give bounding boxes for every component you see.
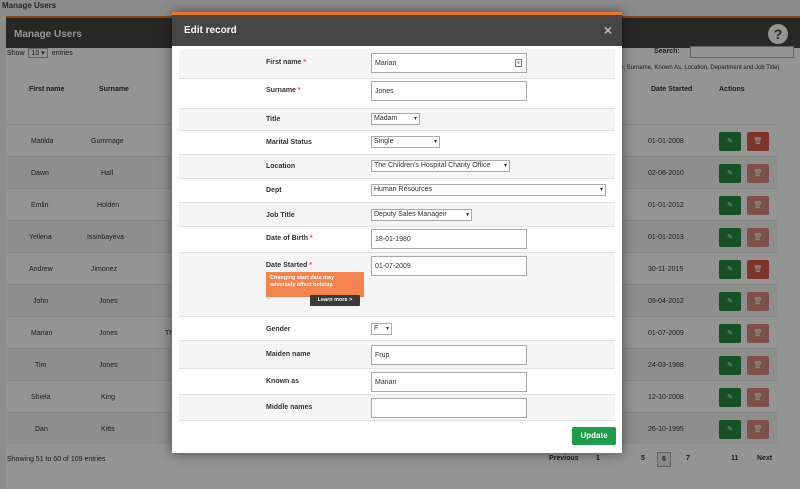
chevron-down-icon: ▾ [433, 139, 437, 145]
first-name-label: First name * [266, 59, 307, 66]
surname-input[interactable]: Jones [371, 81, 527, 101]
maiden-name-label: Maiden name [266, 351, 311, 358]
location-select[interactable]: The Children's Hospital Charity Office ▾ [371, 160, 510, 172]
known-as-input[interactable]: Marian [371, 372, 527, 392]
first-name-input[interactable]: Marian ≡ [371, 53, 527, 73]
learn-more-button[interactable]: Learn more > [310, 295, 360, 306]
job-title-row: Job Title Deputy Sales Manageir ▾ [179, 203, 615, 227]
keyboard-icon: ≡ [515, 59, 522, 67]
modal-title: Edit record [184, 25, 237, 36]
chevron-down-icon: ▾ [465, 212, 469, 218]
dob-row: Date of Birth * 18-01-1980 [179, 227, 615, 253]
middle-names-label: Middle names [266, 404, 313, 411]
job-title-label: Job Title [266, 212, 295, 219]
gender-label: Gender [266, 326, 291, 333]
modal-header: Edit record × [172, 15, 622, 46]
dob-label: Date of Birth * [266, 235, 313, 242]
date-started-label: Date Started * [266, 262, 312, 269]
job-title-select[interactable]: Deputy Sales Manageir ▾ [371, 209, 472, 221]
title-label: Title [266, 116, 281, 123]
maiden-name-row: Maiden name Frup [179, 341, 615, 369]
date-started-input[interactable]: 01-07-2009 [371, 256, 527, 276]
gender-row: Gender F ▾ [179, 317, 615, 341]
chevron-down-icon: ▾ [413, 116, 417, 122]
gender-select[interactable]: F ▾ [371, 323, 392, 335]
dob-input[interactable]: 18-01-1980 [371, 229, 527, 249]
middle-names-input[interactable] [371, 398, 527, 418]
surname-label: Surname * [266, 87, 301, 94]
known-as-label: Known as [266, 378, 300, 385]
maiden-name-input[interactable]: Frup [371, 345, 527, 365]
update-button[interactable]: Update [572, 427, 616, 445]
title-select[interactable]: Madam ▾ [371, 113, 420, 125]
surname-row: Surname * Jones [179, 79, 615, 109]
chevron-down-icon: ▾ [385, 326, 389, 332]
location-label: Location [266, 163, 296, 170]
chevron-down-icon: ▾ [599, 187, 603, 193]
marital-status-label: Marital Status [266, 139, 312, 146]
location-row: Location The Children's Hospital Charity… [179, 155, 615, 179]
middle-names-row: Middle names [179, 395, 615, 421]
start-date-warning-tooltip: Changing start date may adversely affect… [266, 272, 364, 297]
dept-label: Dept [266, 187, 282, 194]
first-name-row: First name * Marian ≡ [179, 49, 615, 79]
marital-status-select[interactable]: Single ▾ [371, 136, 440, 148]
dept-row: Dept Human Resources ▾ [179, 179, 615, 203]
chevron-down-icon: ▾ [503, 163, 507, 169]
title-row: Title Madam ▾ [179, 109, 615, 131]
dept-select[interactable]: Human Resources ▾ [371, 184, 606, 196]
close-icon[interactable]: × [604, 22, 612, 38]
known-as-row: Known as Marian [179, 369, 615, 395]
marital-status-row: Marital Status Single ▾ [179, 131, 615, 155]
date-started-row: Date Started * 01-07-2009 [179, 253, 615, 317]
